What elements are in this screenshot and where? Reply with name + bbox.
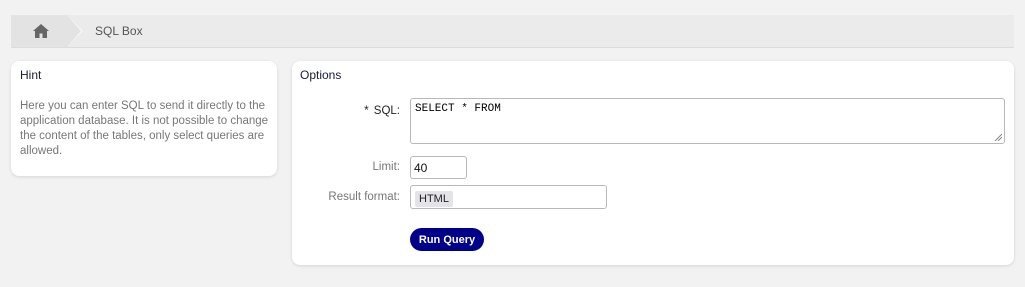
limit-input[interactable]: 40 — [410, 156, 467, 179]
result-format-selected[interactable]: HTML — [415, 191, 453, 207]
breadcrumb-home[interactable] — [11, 15, 83, 47]
breadcrumb-current: SQL Box — [95, 24, 143, 38]
required-marker: * — [364, 103, 369, 117]
sql-label-text: SQL: — [373, 105, 400, 117]
home-icon[interactable] — [33, 24, 49, 38]
sql-value: SELECT * FROM — [415, 103, 501, 115]
options-title: Options — [300, 68, 342, 82]
page: SQL Box Hint Here you can enter SQL to s… — [0, 0, 1025, 287]
hint-title: Hint — [20, 68, 42, 82]
sql-textarea[interactable]: SELECT * FROM — [410, 98, 1005, 144]
sql-label: * SQL: — [364, 103, 400, 117]
resize-grip-icon[interactable] — [994, 133, 1002, 141]
run-query-button[interactable]: Run Query — [410, 228, 484, 251]
hint-text: Here you can enter SQL to send it direct… — [20, 100, 269, 157]
limit-label: Limit: — [372, 161, 400, 173]
result-format-label: Result format: — [328, 191, 400, 203]
result-format-select[interactable]: HTML — [410, 185, 607, 209]
breadcrumb: SQL Box — [11, 15, 1014, 48]
hint-panel: Hint Here you can enter SQL to send it d… — [11, 61, 277, 176]
options-panel: Options * SQL: SELECT * FROM Limit: 40 Re… — [292, 61, 1014, 265]
